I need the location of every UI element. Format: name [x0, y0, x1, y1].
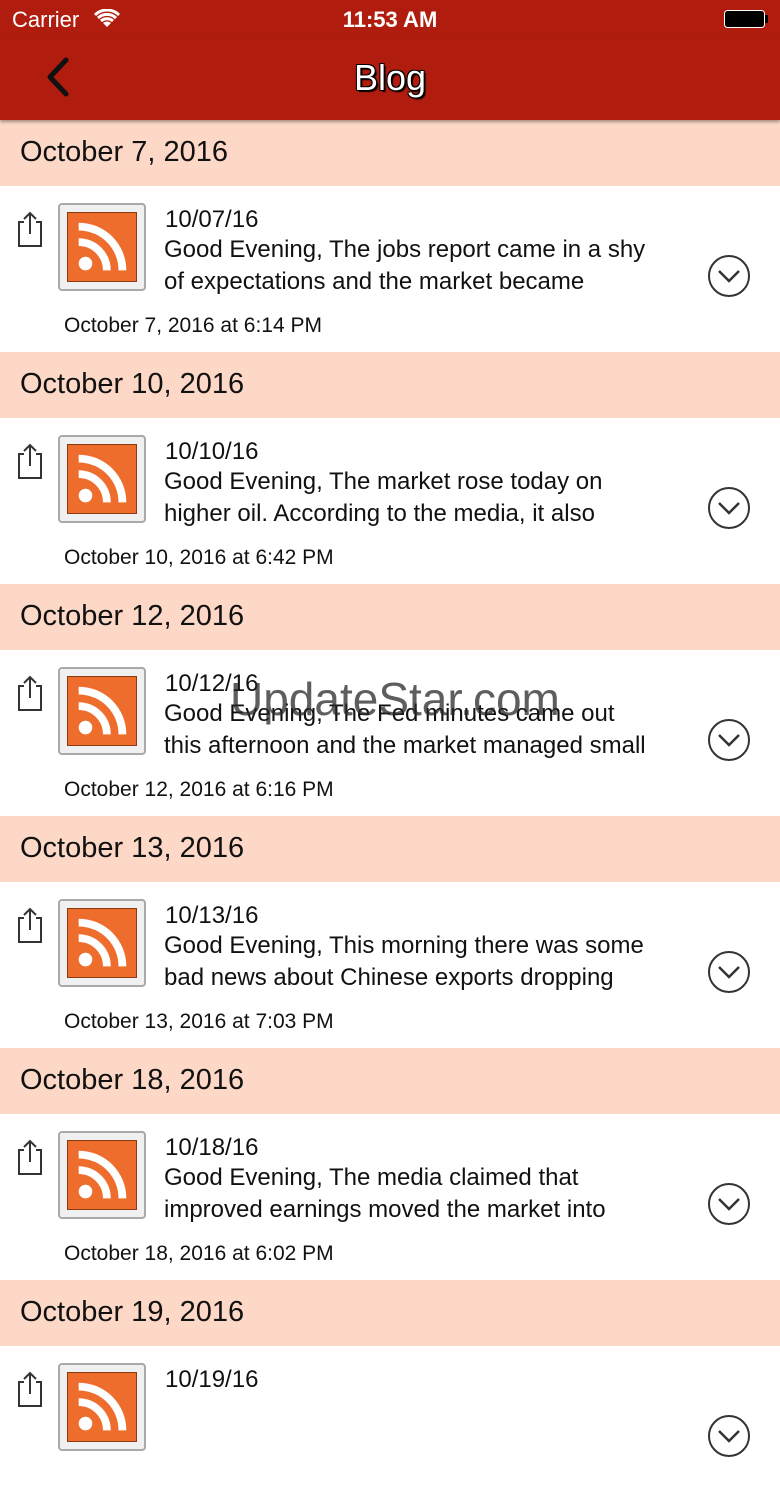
rss-icon: [67, 1140, 137, 1210]
section-date: October 13, 2016: [20, 832, 245, 864]
rss-thumbnail: [58, 203, 146, 291]
expand-chevron-icon[interactable]: [707, 950, 751, 994]
section-date: October 7, 2016: [20, 136, 228, 168]
rss-thumbnail: [58, 899, 146, 987]
blog-post-row[interactable]: 10/18/16 Good Evening, The media claimed …: [0, 1114, 780, 1280]
rss-icon: [67, 676, 137, 746]
rss-icon: [67, 444, 137, 514]
rss-thumbnail: [58, 1363, 146, 1451]
post-excerpt: Good Evening, The market rose today on h…: [164, 468, 603, 527]
section-date: October 10, 2016: [20, 368, 245, 400]
section-header: October 10, 2016: [0, 352, 780, 418]
post-timestamp: October 7, 2016 at 6:14 PM: [64, 314, 322, 337]
post-date: 10/13/16: [165, 902, 259, 929]
expand-chevron-icon[interactable]: [707, 254, 751, 298]
share-icon[interactable]: [14, 1370, 46, 1408]
post-date: 10/12/16: [165, 670, 259, 697]
post-date: 10/19/16: [165, 1366, 259, 1393]
section-date: October 12, 2016: [20, 600, 245, 632]
rss-thumbnail: [58, 667, 146, 755]
rss-icon: [67, 1372, 137, 1442]
section-header: October 19, 2016: [0, 1280, 780, 1346]
share-icon[interactable]: [14, 674, 46, 712]
post-date: 10/07/16: [165, 206, 259, 233]
post-excerpt: Good Evening, The media claimed that imp…: [164, 1164, 606, 1223]
post-excerpt: Good Evening, The Fed minutes came out t…: [164, 700, 646, 759]
expand-chevron-icon[interactable]: [707, 486, 751, 530]
section-header: October 12, 2016: [0, 584, 780, 650]
rss-icon: [67, 908, 137, 978]
post-timestamp: October 13, 2016 at 7:03 PM: [64, 1010, 334, 1033]
post-date: 10/10/16: [165, 438, 259, 465]
page-title: Blog: [353, 57, 427, 98]
section-header: October 13, 2016: [0, 816, 780, 882]
blog-list[interactable]: October 7, 2016 10/07/16 Good Evening, The…: [0, 120, 780, 1512]
blog-post-row[interactable]: 10/10/16 Good Evening, The market rose to…: [0, 418, 780, 584]
share-icon[interactable]: [14, 1138, 46, 1176]
post-excerpt: Good Evening, The jobs report came in a …: [164, 236, 646, 295]
blog-post-row[interactable]: 10/07/16 Good Evening, The jobs report ca…: [0, 186, 780, 352]
blog-post-row[interactable]: 10/13/16 Good Evening, This morning there…: [0, 882, 780, 1048]
status-bar: Carrier 11:53 AM: [0, 0, 780, 40]
post-timestamp: October 12, 2016 at 6:16 PM: [64, 778, 334, 801]
blog-post-row[interactable]: 10/19/16: [0, 1346, 780, 1512]
section-date: October 19, 2016: [20, 1296, 245, 1328]
expand-chevron-icon[interactable]: [707, 1182, 751, 1226]
battery-icon: [724, 10, 768, 28]
section-header: October 18, 2016: [0, 1048, 780, 1114]
share-icon[interactable]: [14, 210, 46, 248]
post-date: 10/18/16: [165, 1134, 259, 1161]
rss-thumbnail: [58, 435, 146, 523]
blog-post-row[interactable]: 10/12/16 Good Evening, The Fed minutes ca…: [0, 650, 780, 816]
post-excerpt: Good Evening, This morning there was som…: [164, 932, 644, 991]
expand-chevron-icon[interactable]: [707, 718, 751, 762]
expand-chevron-icon[interactable]: [707, 1414, 751, 1458]
section-header: October 7, 2016: [0, 120, 780, 186]
post-timestamp: October 10, 2016 at 6:42 PM: [64, 546, 334, 569]
share-icon[interactable]: [14, 442, 46, 480]
rss-thumbnail: [58, 1131, 146, 1219]
post-timestamp: October 18, 2016 at 6:02 PM: [64, 1242, 334, 1265]
clock: 11:53 AM: [342, 7, 438, 32]
share-icon[interactable]: [14, 906, 46, 944]
rss-icon: [67, 212, 137, 282]
section-date: October 18, 2016: [20, 1064, 245, 1096]
navigation-bar: Blog: [0, 40, 780, 120]
